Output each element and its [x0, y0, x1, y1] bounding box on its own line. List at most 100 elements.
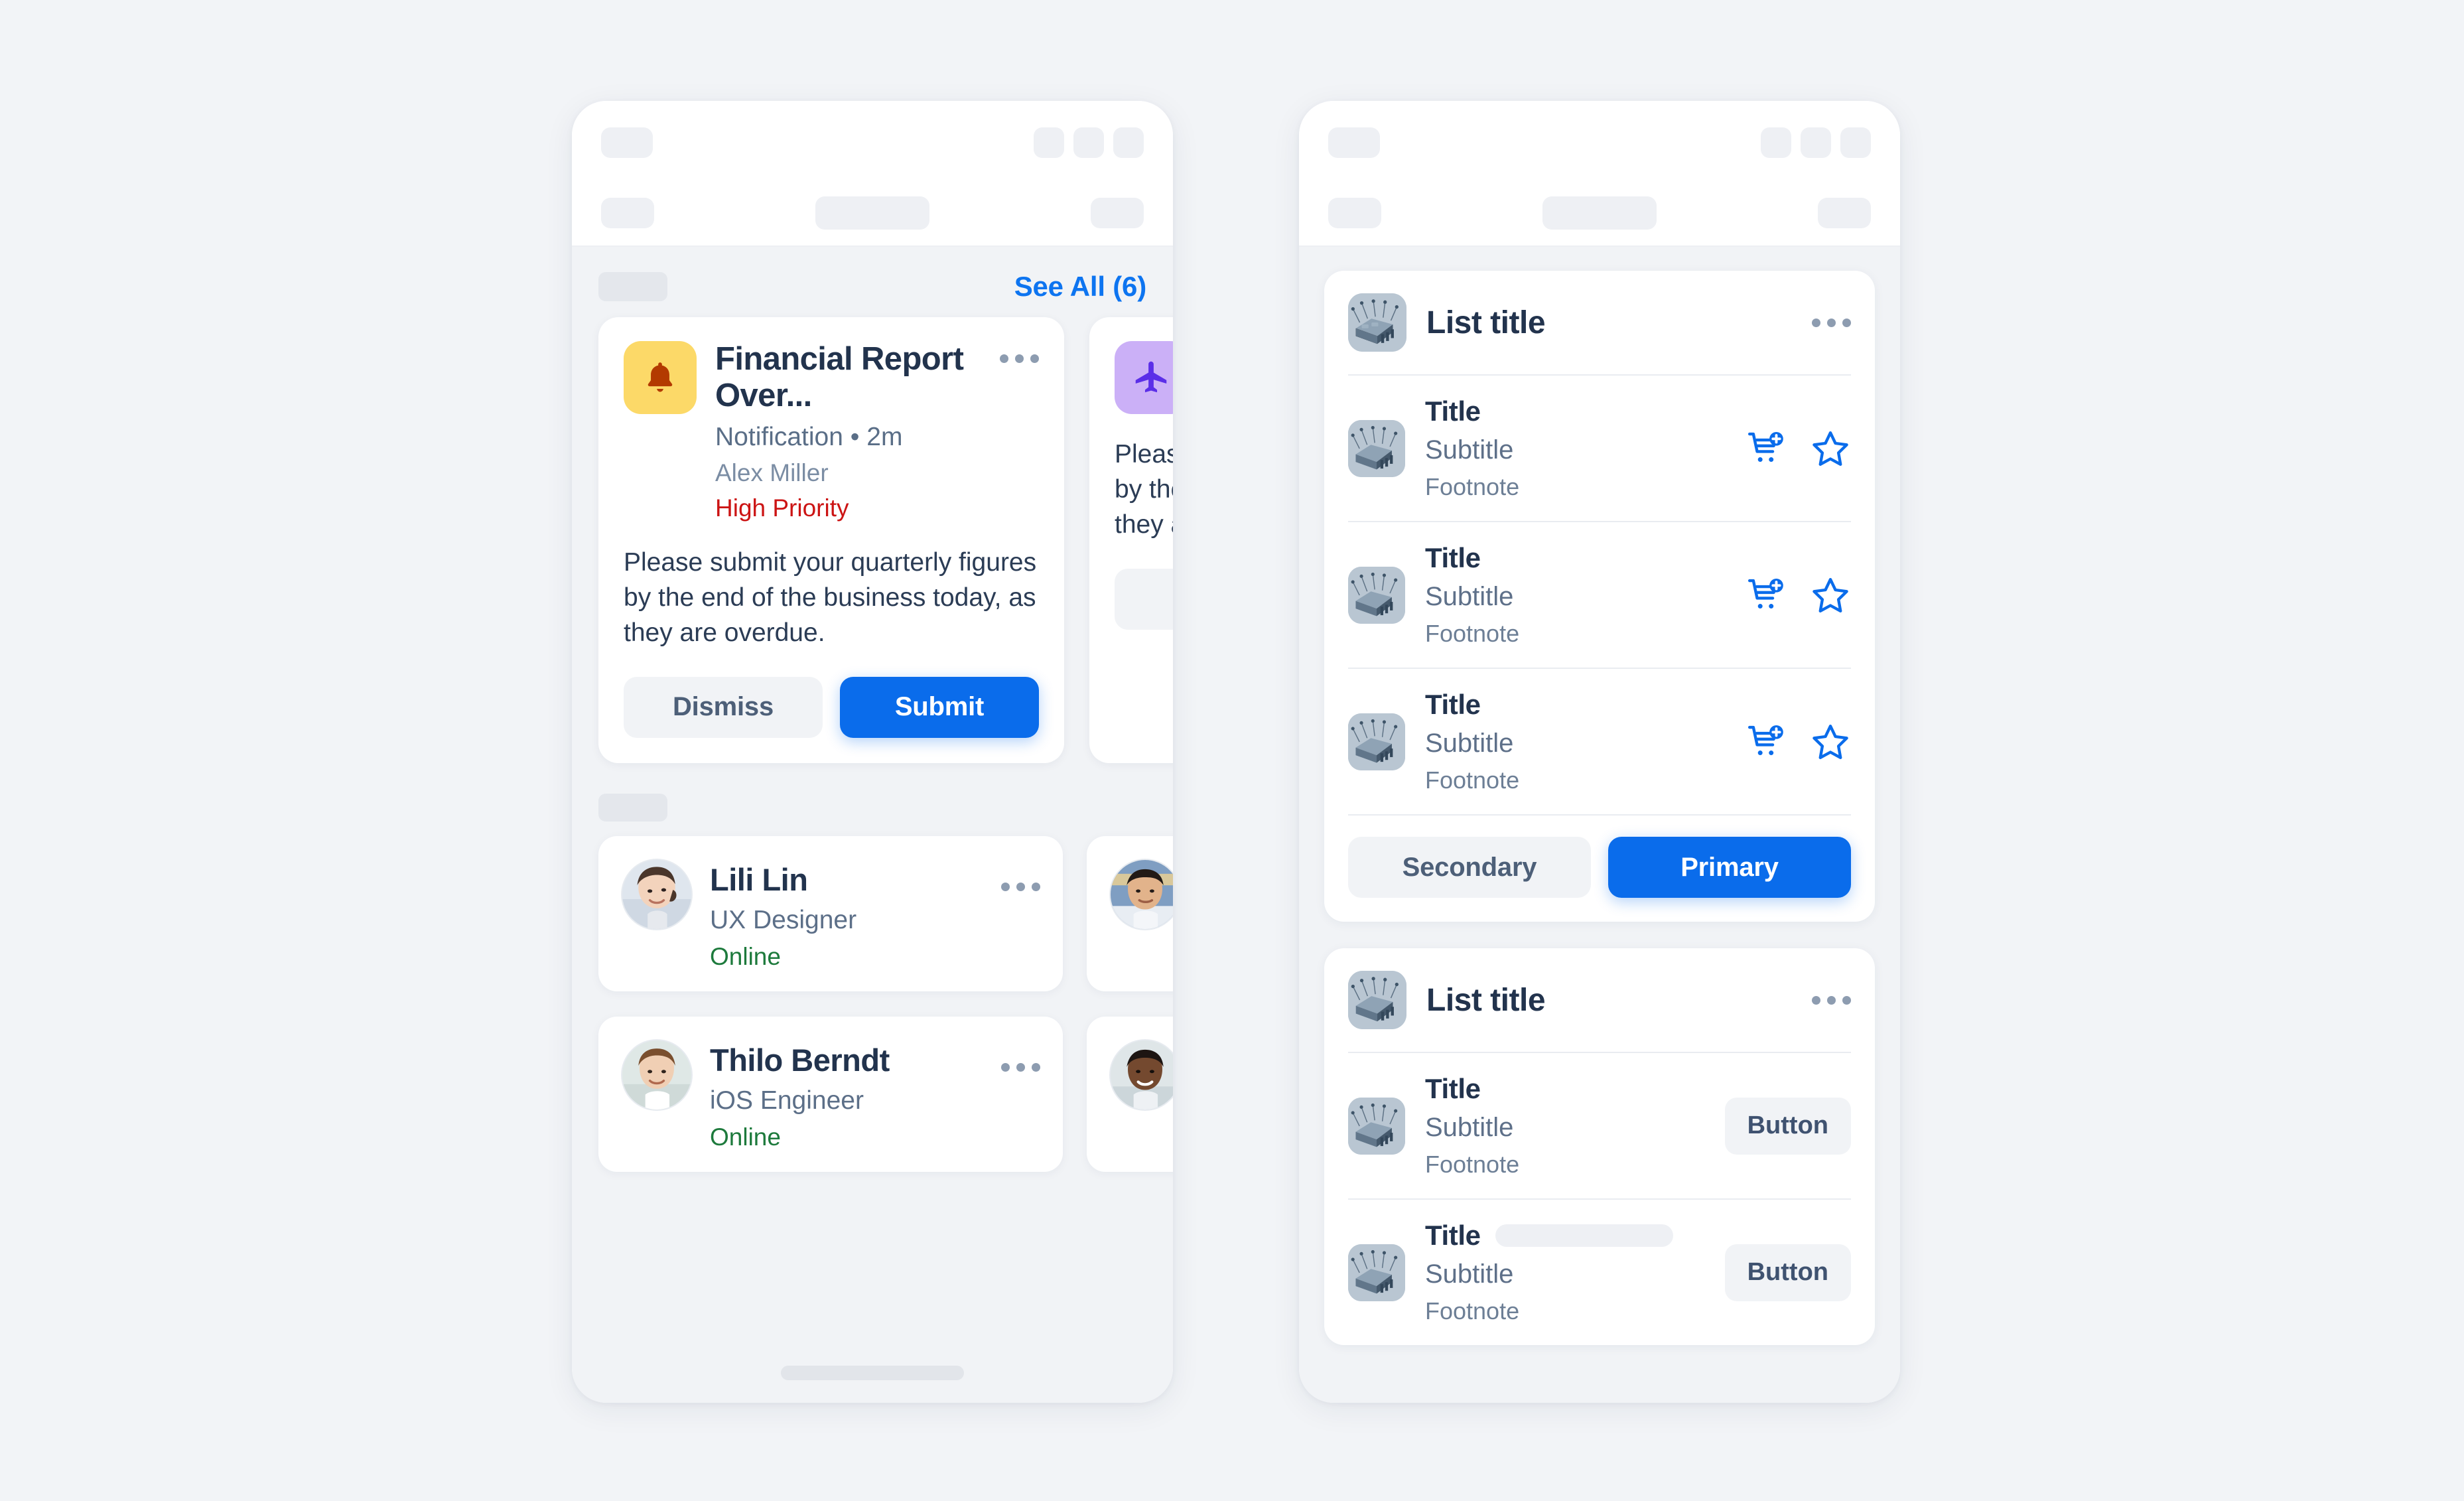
row-button[interactable]: Button — [1724, 1097, 1851, 1155]
header-placeholder-center — [815, 196, 929, 230]
priority-badge: High Priority — [715, 494, 849, 522]
more-horizontal-icon[interactable] — [1812, 318, 1851, 327]
header-placeholder-right[interactable] — [1818, 198, 1871, 228]
contact-rail-2[interactable]: Thilo Berndt iOS Engineer Online — [572, 1016, 1173, 1172]
list-card-header: List title — [1324, 948, 1875, 1052]
primary-button[interactable]: Primary — [1608, 837, 1851, 898]
notifications-section-header: See All (6) — [572, 247, 1173, 317]
contact-status: Online — [710, 1123, 781, 1151]
header-placeholder-left[interactable] — [1328, 198, 1381, 228]
list-card-title: List title — [1426, 982, 1546, 1018]
list-item-footnote: Footnote — [1425, 473, 1520, 500]
contact-name: Thilo Berndt — [710, 1042, 890, 1078]
list-item-subtitle: Subtitle — [1425, 729, 1514, 758]
list-item[interactable]: Title Subtitle Footnote Button — [1324, 1200, 1875, 1345]
cart-plus-icon[interactable] — [1746, 721, 1787, 762]
list-item-title: Title — [1425, 689, 1481, 720]
bell-icon — [624, 341, 697, 414]
list-item-title: Title — [1425, 395, 1481, 427]
phone-frame-right: List title Title Subtitle Footnote Title… — [1299, 101, 1900, 1403]
more-horizontal-icon[interactable] — [1000, 341, 1039, 363]
contact-role: iOS Engineer — [710, 1086, 864, 1115]
home-indicator — [781, 1366, 964, 1380]
notification-body-partial: Please submit your quarterly figures by … — [1115, 440, 1173, 539]
header-placeholder-logo — [601, 127, 653, 158]
list-item-subtitle: Subtitle — [1425, 1259, 1514, 1289]
submit-button[interactable]: Submit — [840, 676, 1039, 738]
notification-body: Please submit your quarterly figures by … — [624, 547, 1037, 647]
app-header-right — [1299, 101, 1900, 246]
list-card-header: List title — [1324, 271, 1875, 374]
header-placeholder-right[interactable] — [1091, 198, 1144, 228]
list-item-title: Title — [1425, 1220, 1481, 1251]
app-header-left — [572, 101, 1173, 246]
list-item-subtitle: Subtitle — [1425, 1113, 1514, 1142]
row-button[interactable]: Button — [1724, 1244, 1851, 1301]
contact-card-partial[interactable] — [1087, 835, 1173, 991]
header-placeholder-center — [1542, 196, 1657, 230]
star-outline-icon[interactable] — [1810, 575, 1851, 616]
header-placeholder-action-3[interactable] — [1113, 127, 1144, 158]
more-horizontal-icon[interactable] — [1812, 995, 1851, 1005]
notification-sender: Alex Miller — [715, 459, 829, 486]
see-all-link[interactable]: See All (6) — [1014, 271, 1147, 303]
header-placeholder-action-3[interactable] — [1840, 127, 1871, 158]
star-outline-icon[interactable] — [1810, 721, 1851, 762]
list-card-footer-actions: Secondary Primary — [1324, 816, 1875, 922]
list-item-footnote: Footnote — [1425, 766, 1520, 794]
notification-title: Financial Report Over... — [715, 341, 964, 413]
tech-isometric-thumbnail — [1348, 1244, 1405, 1301]
list-item-footnote: Footnote — [1425, 1151, 1520, 1178]
cart-plus-icon[interactable] — [1746, 575, 1787, 616]
content-scroll-left[interactable]: See All (6) Financial Report Over... Not… — [572, 247, 1173, 1403]
list-item[interactable]: Title Subtitle Footnote — [1324, 522, 1875, 668]
contact-card[interactable]: Lili Lin UX Designer Online — [598, 835, 1063, 991]
header-placeholder-logo — [1328, 127, 1380, 158]
secondary-button[interactable]: Secondary — [1348, 837, 1591, 898]
notification-card[interactable]: Financial Report Over... Notification • … — [598, 317, 1064, 763]
tech-isometric-thumbnail — [1348, 971, 1406, 1029]
header-placeholder-action-1[interactable] — [1761, 127, 1791, 158]
more-horizontal-icon[interactable] — [1001, 859, 1040, 891]
tech-isometric-thumbnail — [1348, 293, 1406, 352]
notification-meta: Notification • 2m — [715, 422, 903, 451]
header-placeholder-action-1[interactable] — [1034, 127, 1064, 158]
tech-isometric-thumbnail — [1348, 566, 1405, 624]
contacts-section-title-placeholder — [598, 793, 667, 822]
avatar — [621, 1038, 693, 1111]
avatar — [1109, 1038, 1173, 1111]
contact-name: Lili Lin — [710, 861, 808, 897]
cart-plus-icon[interactable] — [1746, 428, 1787, 469]
header-placeholder-action-2[interactable] — [1073, 127, 1104, 158]
list-item-footnote: Footnote — [1425, 620, 1520, 647]
avatar — [1109, 858, 1173, 930]
list-item[interactable]: Title Subtitle Footnote — [1324, 376, 1875, 521]
dismiss-button[interactable]: Dismiss — [624, 676, 823, 738]
notification-card-partial[interactable]: Please submit your quarterly figures by … — [1089, 317, 1173, 763]
list-item-title-skeleton — [1495, 1224, 1673, 1247]
dismiss-button-partial[interactable] — [1115, 569, 1173, 630]
list-item[interactable]: Title Subtitle Footnote — [1324, 669, 1875, 814]
notification-actions-partial — [1115, 569, 1173, 630]
content-scroll-right[interactable]: List title Title Subtitle Footnote Title… — [1299, 247, 1900, 1403]
tech-isometric-thumbnail — [1348, 419, 1405, 477]
list-item-title: Title — [1425, 542, 1481, 573]
header-placeholder-action-2[interactable] — [1801, 127, 1831, 158]
contact-card[interactable]: Thilo Berndt iOS Engineer Online — [598, 1016, 1063, 1172]
phone-frame-left: See All (6) Financial Report Over... Not… — [572, 101, 1173, 1403]
star-outline-icon[interactable] — [1810, 428, 1851, 469]
list-item-title: Title — [1425, 1073, 1481, 1104]
notification-card-rail[interactable]: Financial Report Over... Notification • … — [572, 317, 1173, 763]
tech-isometric-thumbnail — [1348, 1097, 1405, 1155]
contact-role: UX Designer — [710, 905, 857, 934]
contact-rail-1[interactable]: Lili Lin UX Designer Online — [572, 835, 1173, 991]
tech-isometric-thumbnail — [1348, 713, 1405, 770]
section-title-placeholder — [598, 272, 667, 301]
list-card-title: List title — [1426, 305, 1546, 340]
list-item-footnote: Footnote — [1425, 1297, 1520, 1324]
list-item[interactable]: Title Subtitle Footnote Button — [1324, 1053, 1875, 1198]
contact-card-partial[interactable] — [1087, 1016, 1173, 1172]
more-horizontal-icon[interactable] — [1001, 1039, 1040, 1072]
list-card: List title — [1324, 271, 1875, 922]
header-placeholder-left[interactable] — [601, 198, 654, 228]
